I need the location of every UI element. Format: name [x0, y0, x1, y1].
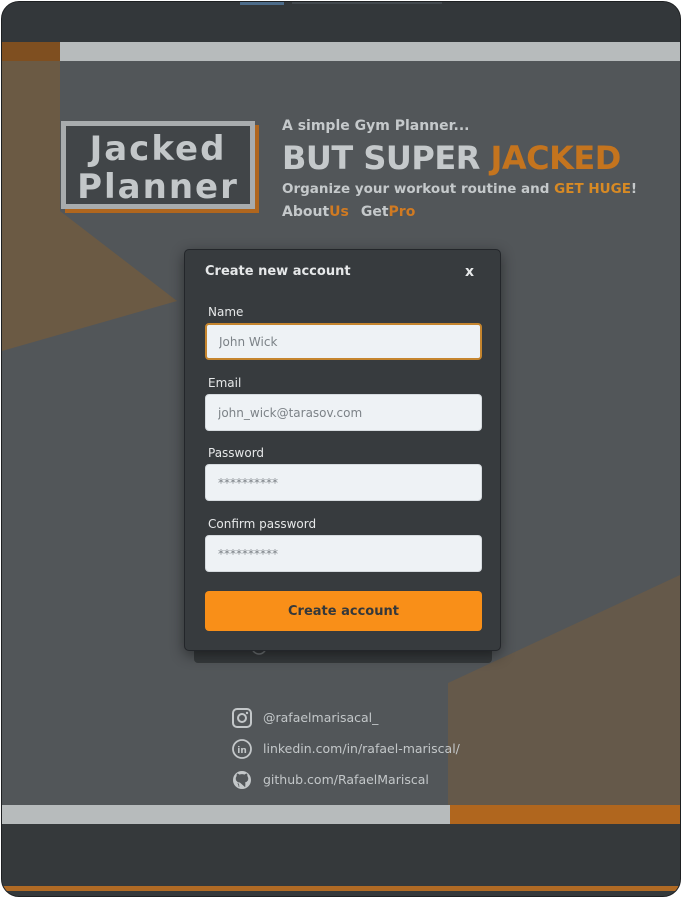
logo-text: Jacked Planner — [66, 130, 250, 206]
top-strip-line — [292, 2, 442, 4]
github-url: github.com/RafaelMariscal — [263, 772, 429, 787]
headline: BUT SUPER JACKED — [282, 139, 621, 177]
subline-end: ! — [630, 181, 638, 197]
password-label: Password — [208, 446, 265, 460]
instagram-icon — [232, 707, 252, 728]
about-us-link[interactable]: AboutUs — [282, 204, 349, 220]
linkedin-url: linkedin.com/in/rafael-mariscal/ — [263, 741, 460, 756]
name-label: Name — [208, 305, 244, 319]
tagline: A simple Gym Planner... — [282, 118, 470, 134]
headline-text: BUT SUPER — [282, 139, 491, 177]
about-link-accent: Us — [329, 204, 349, 220]
get-link-accent: Pro — [388, 204, 416, 220]
app-frame: Jacked Planner A simple Gym Planner... B… — [1, 1, 681, 897]
footer-accent-line — [2, 886, 680, 891]
instagram-link[interactable]: @rafaelmarisacal_ — [232, 702, 460, 733]
github-icon — [232, 770, 252, 790]
password-input[interactable] — [205, 464, 482, 501]
modal-title: Create new account — [205, 264, 351, 279]
github-link[interactable]: github.com/RafaelMariscal — [232, 764, 460, 795]
top-strip-accent — [240, 2, 284, 5]
name-input[interactable] — [205, 323, 482, 360]
create-account-modal: Create new account x Name Email Password… — [184, 249, 501, 651]
logo-line-1: Jacked — [89, 129, 227, 169]
confirm-password-label: Confirm password — [208, 517, 317, 531]
top-orange-bar — [2, 42, 60, 61]
close-button[interactable]: x — [465, 264, 474, 280]
confirm-password-input[interactable] — [205, 535, 482, 572]
linkedin-icon: in — [232, 738, 252, 759]
instagram-handle: @rafaelmarisacal_ — [263, 710, 379, 725]
subline: Organize your workout routine and GET HU… — [282, 181, 637, 197]
social-links: @rafaelmarisacal_ in linkedin.com/in/raf… — [232, 702, 460, 795]
bottom-orange-bar — [450, 805, 680, 824]
email-label: Email — [208, 376, 242, 390]
get-pro-link[interactable]: GetPro — [361, 204, 415, 220]
top-strip — [2, 2, 680, 42]
top-gray-bar — [2, 42, 680, 61]
email-input[interactable] — [205, 394, 482, 431]
linkedin-link[interactable]: in linkedin.com/in/rafael-mariscal/ — [232, 733, 460, 764]
create-account-button[interactable]: Create account — [205, 591, 482, 631]
about-link-text: About — [282, 204, 330, 220]
app-logo: Jacked Planner — [61, 121, 255, 209]
headline-accent: JACKED — [490, 139, 621, 177]
nav-links: AboutUs GetPro — [282, 204, 415, 220]
subline-accent: GET HUGE — [554, 181, 631, 197]
logo-line-2: Planner — [77, 167, 239, 207]
get-link-text: Get — [360, 204, 389, 220]
subline-text: Organize your workout routine and — [282, 181, 555, 197]
svg-text:in: in — [237, 746, 247, 756]
